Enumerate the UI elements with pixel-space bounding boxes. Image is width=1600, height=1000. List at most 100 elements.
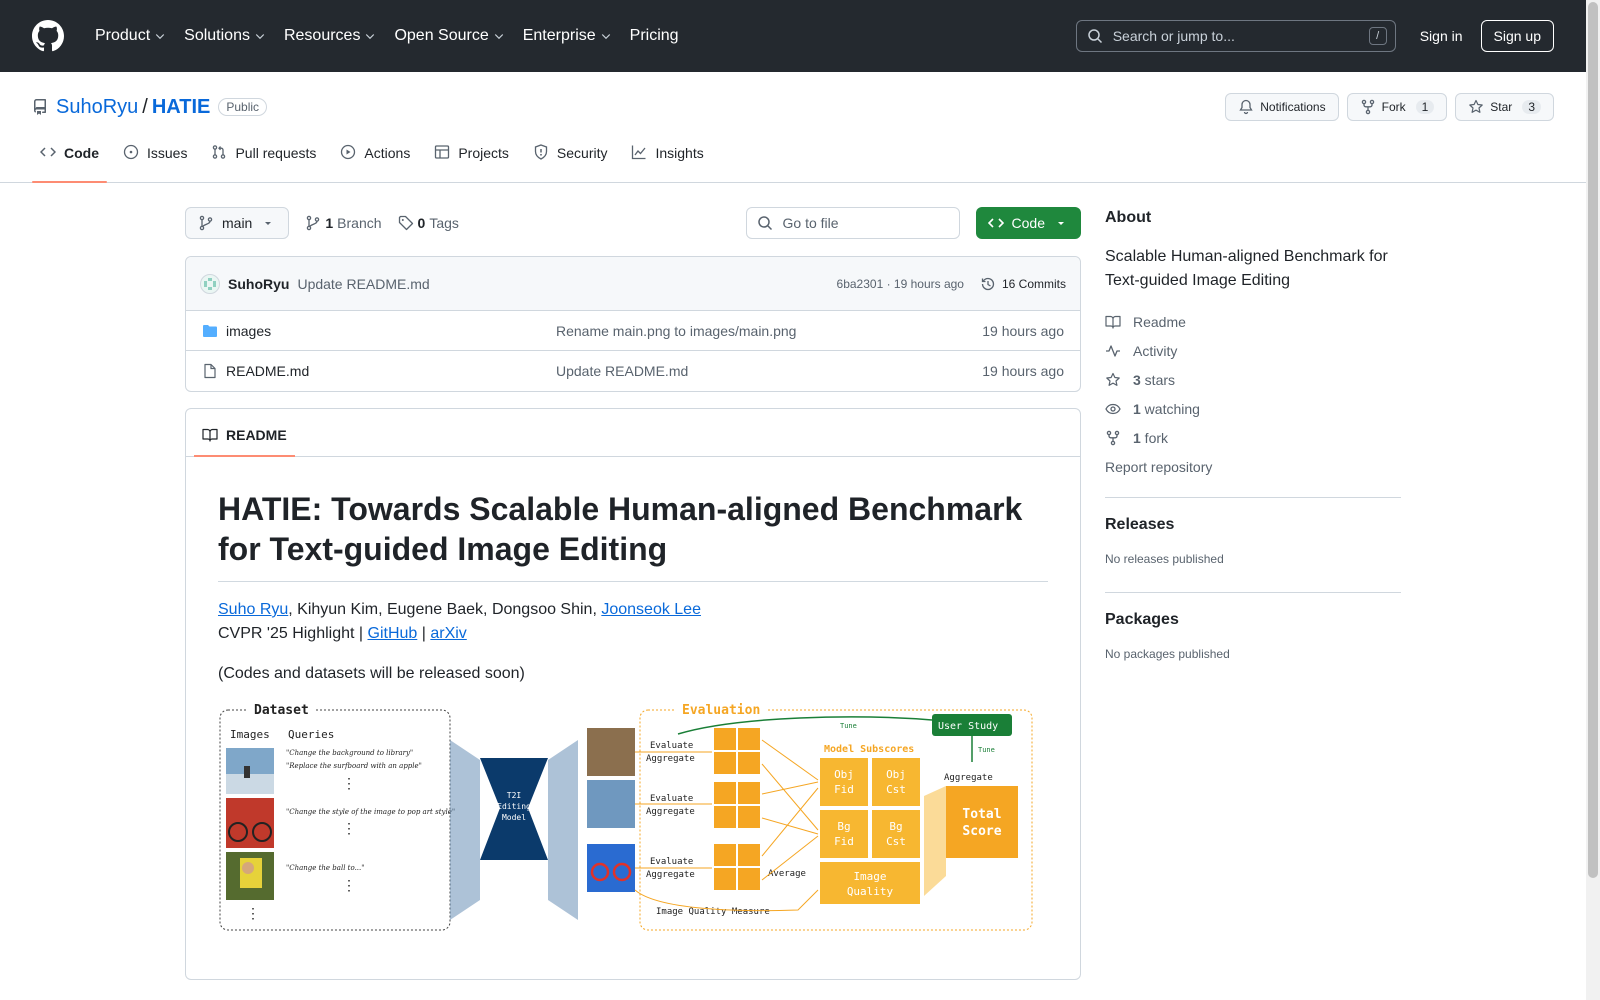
identicon-icon — [204, 277, 216, 290]
total-score-box: Total Score — [946, 786, 1018, 858]
score-grid — [714, 728, 760, 890]
query-text: "Change the style of the image to pop ar… — [286, 808, 455, 816]
watchers-link[interactable]: 1 watching — [1105, 394, 1401, 423]
readme-body: HATIE: Towards Scalable Human-aligned Be… — [186, 457, 1080, 932]
tab-actions[interactable]: Actions — [332, 134, 418, 182]
subscore-obj-fid: Obj Fid — [820, 758, 868, 806]
repo-actions: Notifications Fork 1 Star 3 — [1225, 93, 1554, 121]
branch-icon — [307, 215, 320, 231]
total-funnel — [924, 786, 946, 896]
commits-history-link[interactable]: 16 Commits — [980, 276, 1066, 292]
header-right: Search or jump to... / Sign in Sign up — [1075, 20, 1554, 52]
notifications-button[interactable]: Notifications — [1225, 93, 1339, 121]
author-name: Dongsoo Shin — [491, 601, 593, 618]
tab-projects[interactable]: Projects — [426, 134, 517, 182]
tab-issues[interactable]: Issues — [115, 134, 195, 182]
github-logo-icon[interactable] — [32, 20, 64, 52]
star-icon — [1106, 372, 1120, 386]
forks-link[interactable]: 1 fork — [1105, 423, 1401, 452]
search-icon — [1087, 29, 1102, 44]
pulse-icon — [1106, 344, 1120, 357]
repo-tabs: Code Issues Pull requests Actions Projec… — [32, 134, 1554, 183]
packages-section: Packages No packages published — [1105, 592, 1401, 661]
fork-icon — [1106, 430, 1120, 445]
sign-in-link[interactable]: Sign in — [1420, 28, 1463, 44]
commit-author-link[interactable]: SuhoRyu — [228, 276, 289, 292]
nav-open-source[interactable]: Open Source — [385, 20, 513, 52]
tab-pull-requests[interactable]: Pull requests — [203, 134, 324, 182]
tab-label: Code — [64, 145, 99, 161]
avatar[interactable] — [200, 273, 220, 294]
commit-message-link[interactable]: Update README.md — [297, 276, 429, 292]
nav-product[interactable]: Product — [86, 20, 175, 52]
nav-label: Enterprise — [522, 27, 596, 44]
commit-meta-dot: · — [883, 276, 894, 291]
author-link[interactable]: Joonseok Lee — [601, 601, 701, 618]
nav-solutions[interactable]: Solutions — [175, 20, 275, 52]
page-scrollbar[interactable] — [1586, 0, 1600, 1000]
nav-resources[interactable]: Resources — [275, 20, 385, 52]
global-nav: Product Solutions Resources Open Source … — [86, 20, 688, 52]
venue-separator: | — [417, 625, 431, 642]
query-text: "Change the background to library" — [286, 749, 413, 757]
repo-path-separator: / — [142, 95, 148, 118]
file-commit-link[interactable]: Rename main.png to images/main.png — [556, 323, 982, 339]
nav-label: Product — [95, 27, 151, 44]
table-icon — [435, 145, 450, 159]
readme-tab[interactable]: README — [194, 427, 295, 457]
chevron-down-icon — [601, 34, 610, 40]
file-table: SuhoRyu Update README.md 6ba2301 · 19 ho… — [185, 256, 1081, 392]
graph-icon — [632, 145, 646, 160]
queries-header: Queries — [288, 728, 334, 741]
branch-selector[interactable]: main — [185, 207, 290, 239]
readme-link[interactable]: Readme — [1105, 307, 1401, 336]
nav-pricing[interactable]: Pricing — [621, 20, 688, 52]
sign-up-button[interactable]: Sign up — [1480, 20, 1554, 52]
branch-count: 1 — [325, 215, 334, 231]
svg-text:Bg: Bg — [837, 820, 850, 833]
scrollbar-thumb[interactable] — [1588, 2, 1598, 878]
svg-text:Obj: Obj — [834, 768, 854, 781]
chevron-down-icon — [494, 34, 503, 40]
search-input[interactable]: Search or jump to... / — [1075, 20, 1396, 52]
tab-insights[interactable]: Insights — [623, 134, 711, 182]
search-placeholder: Search or jump to... — [1112, 28, 1235, 44]
file-name-link[interactable]: images — [226, 323, 556, 339]
branches-link[interactable]: 1 Branch — [305, 215, 382, 231]
svg-text:Cst: Cst — [886, 783, 906, 796]
fork-count: 1 — [1415, 100, 1435, 114]
about-sidebar: About Scalable Human-aligned Benchmark f… — [1105, 182, 1401, 661]
aggregate-label: Aggregate — [646, 807, 695, 817]
fork-button[interactable]: Fork 1 — [1346, 93, 1448, 121]
file-commit-link[interactable]: Update README.md — [556, 363, 982, 379]
code-dropdown-button[interactable]: Code — [975, 207, 1081, 239]
repo-name-link[interactable]: HATIE — [152, 96, 211, 119]
packages-title[interactable]: Packages — [1105, 611, 1401, 629]
query-text: "Replace the surfboard with an apple" — [286, 762, 422, 770]
stars-link[interactable]: 3 stars — [1105, 365, 1401, 394]
history-icon — [981, 277, 995, 290]
releases-empty-text: No releases published — [1105, 552, 1224, 566]
caret-down-icon — [1058, 222, 1064, 225]
go-to-file-input[interactable]: Go to file — [745, 207, 960, 239]
about-item-count: 3 — [1133, 371, 1141, 388]
repo-owner-link[interactable]: SuhoRyu — [56, 96, 138, 119]
chevron-down-icon — [366, 34, 375, 40]
star-button[interactable]: Star 3 — [1455, 93, 1554, 121]
tab-label: Actions — [364, 145, 411, 161]
model-funnel-out — [548, 740, 578, 920]
author-link[interactable]: Suho Ryu — [218, 601, 288, 618]
tab-code[interactable]: Code — [32, 134, 107, 183]
arxiv-link[interactable]: arXiv — [430, 625, 466, 642]
tags-link[interactable]: 0 Tags — [398, 215, 459, 231]
report-repository-link[interactable]: Report repository — [1105, 452, 1401, 481]
about-item-label: Readme — [1133, 313, 1186, 330]
github-link[interactable]: GitHub — [368, 625, 418, 642]
model-label: Model — [502, 813, 526, 822]
commit-sha-link[interactable]: 6ba2301 — [837, 277, 884, 291]
tab-security[interactable]: Security — [525, 134, 616, 182]
file-name-link[interactable]: README.md — [226, 363, 556, 379]
activity-link[interactable]: Activity — [1105, 336, 1401, 365]
nav-enterprise[interactable]: Enterprise — [514, 20, 621, 52]
releases-title[interactable]: Releases — [1105, 516, 1401, 534]
